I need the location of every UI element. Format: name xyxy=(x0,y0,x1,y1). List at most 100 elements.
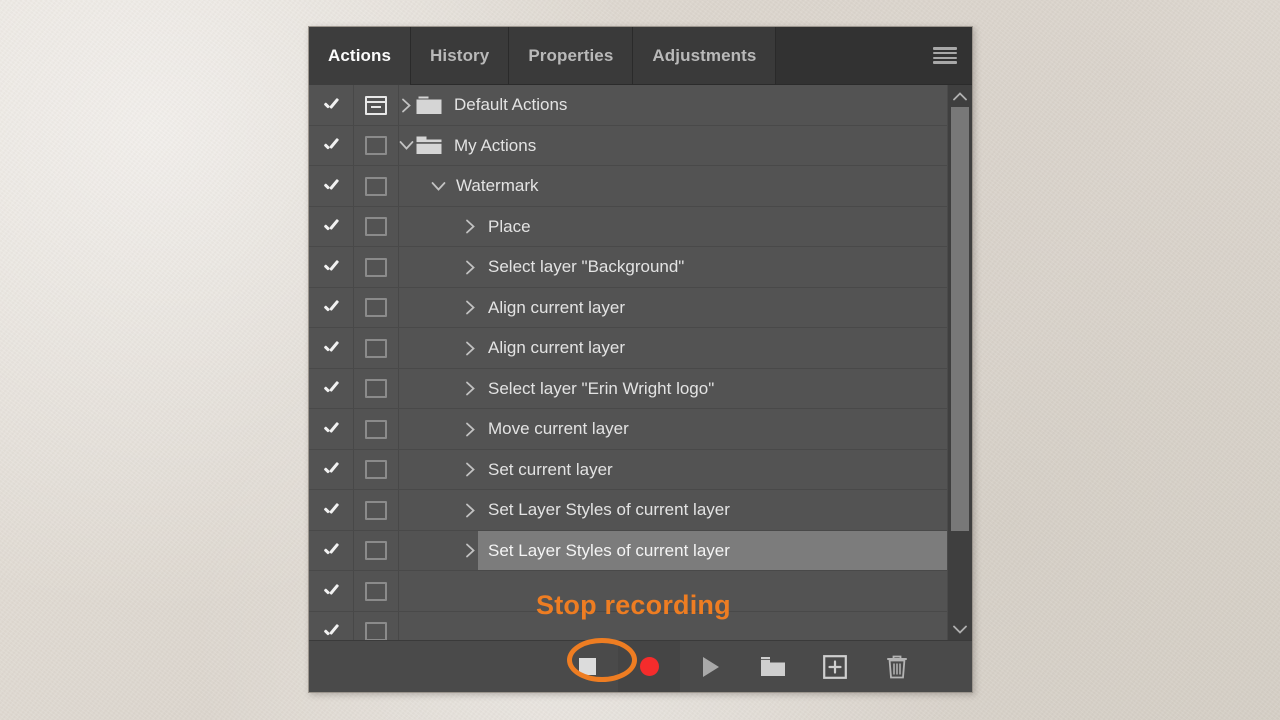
row-dialog-toggle[interactable] xyxy=(354,287,399,328)
row-dialog-toggle[interactable] xyxy=(354,125,399,166)
row-content xyxy=(399,571,947,612)
expand-chevron-right-icon[interactable] xyxy=(463,300,478,315)
table-row[interactable]: Align current layer xyxy=(309,287,947,328)
row-label: Select layer "Background" xyxy=(488,257,685,277)
row-label-container: Set Layer Styles of current layer xyxy=(478,530,947,571)
row-dialog-toggle[interactable] xyxy=(354,166,399,207)
collapse-chevron-down-icon[interactable] xyxy=(399,140,414,151)
row-enable-checkbox[interactable] xyxy=(309,247,354,288)
tab-properties[interactable]: Properties xyxy=(509,27,634,85)
row-dialog-toggle[interactable] xyxy=(354,206,399,247)
checkmark-icon xyxy=(323,583,339,599)
table-row[interactable]: Set Layer Styles of current layer xyxy=(309,530,947,571)
row-enable-checkbox[interactable] xyxy=(309,449,354,490)
row-dialog-toggle[interactable] xyxy=(354,530,399,571)
scrollbar-thumb[interactable] xyxy=(951,107,969,532)
row-dialog-toggle[interactable] xyxy=(354,328,399,369)
expand-chevron-right-icon[interactable] xyxy=(463,260,478,275)
tab-actions-label: Actions xyxy=(328,46,392,65)
checkmark-icon xyxy=(323,462,339,478)
new-action-icon xyxy=(823,654,847,679)
row-enable-checkbox[interactable] xyxy=(309,409,354,450)
table-row[interactable]: Align current layer xyxy=(309,328,947,369)
folder-open-icon xyxy=(414,135,444,156)
expand-chevron-right-icon[interactable] xyxy=(463,462,478,477)
row-enable-checkbox[interactable] xyxy=(309,328,354,369)
row-dialog-toggle[interactable] xyxy=(354,247,399,288)
table-row[interactable]: Move current layer xyxy=(309,409,947,450)
table-row[interactable]: Watermark xyxy=(309,166,947,207)
row-content: Place xyxy=(399,207,947,248)
collapse-chevron-down-icon[interactable] xyxy=(431,181,446,192)
expand-chevron-right-icon[interactable] xyxy=(463,503,478,518)
row-dialog-toggle[interactable] xyxy=(354,490,399,531)
vertical-scrollbar[interactable] xyxy=(947,85,972,640)
row-enable-checkbox[interactable] xyxy=(309,166,354,207)
table-row[interactable]: Default Actions xyxy=(309,85,947,126)
row-label: Set Layer Styles of current layer xyxy=(488,500,730,520)
panel-menu-button[interactable] xyxy=(918,27,972,85)
row-dialog-toggle[interactable] xyxy=(354,85,399,126)
table-row[interactable]: Select layer "Background" xyxy=(309,247,947,288)
tab-actions[interactable]: Actions xyxy=(309,27,412,85)
table-row[interactable] xyxy=(309,611,947,641)
expand-chevron-right-icon[interactable] xyxy=(463,543,478,558)
dialog-toggle-off-icon xyxy=(365,581,387,601)
row-content: Select layer "Erin Wright logo" xyxy=(399,369,947,410)
row-enable-checkbox[interactable] xyxy=(309,125,354,166)
trash-icon xyxy=(886,654,908,679)
table-row[interactable]: Set Layer Styles of current layer xyxy=(309,490,947,531)
row-enable-checkbox[interactable] xyxy=(309,611,354,640)
row-enable-checkbox[interactable] xyxy=(309,571,354,612)
row-label: Watermark xyxy=(456,176,539,196)
row-label-container: My Actions xyxy=(444,126,947,167)
scroll-down-button[interactable] xyxy=(948,618,972,640)
scrollbar-track[interactable] xyxy=(948,107,972,618)
actions-panel: Actions History Properties Adjustments D… xyxy=(308,26,973,693)
row-label-container xyxy=(478,571,947,612)
row-dialog-toggle[interactable] xyxy=(354,571,399,612)
tab-history[interactable]: History xyxy=(411,27,510,85)
create-new-set-button[interactable] xyxy=(742,641,804,693)
create-new-action-button[interactable] xyxy=(804,641,866,693)
row-enable-checkbox[interactable] xyxy=(309,206,354,247)
panel-tab-bar: Actions History Properties Adjustments xyxy=(309,27,972,85)
play-selection-button[interactable] xyxy=(680,641,742,693)
row-content xyxy=(399,612,947,641)
table-row[interactable]: My Actions xyxy=(309,125,947,167)
row-dialog-toggle[interactable] xyxy=(354,409,399,450)
row-dialog-toggle[interactable] xyxy=(354,368,399,409)
delete-button[interactable] xyxy=(866,641,928,693)
begin-recording-button[interactable] xyxy=(618,640,680,692)
hamburger-menu-icon xyxy=(933,47,957,64)
table-row[interactable]: Place xyxy=(309,206,947,248)
row-dialog-toggle[interactable] xyxy=(354,611,399,640)
checkmark-icon xyxy=(323,340,339,356)
row-enable-checkbox[interactable] xyxy=(309,287,354,328)
row-enable-checkbox[interactable] xyxy=(309,368,354,409)
row-dialog-toggle[interactable] xyxy=(354,449,399,490)
row-content: Set Layer Styles of current layer xyxy=(399,490,947,531)
expand-chevron-right-icon[interactable] xyxy=(463,219,478,234)
checkmark-icon xyxy=(323,97,339,113)
table-row[interactable]: Select layer "Erin Wright logo" xyxy=(309,368,947,410)
row-indent-spacer xyxy=(399,490,463,531)
checkmark-icon xyxy=(323,543,339,559)
table-row[interactable] xyxy=(309,571,947,612)
stop-playing-recording-button[interactable] xyxy=(556,641,618,693)
expand-chevron-right-icon[interactable] xyxy=(463,422,478,437)
row-label: Align current layer xyxy=(488,338,626,358)
table-row[interactable]: Set current layer xyxy=(309,449,947,490)
row-enable-checkbox[interactable] xyxy=(309,530,354,571)
checkmark-icon xyxy=(323,138,339,154)
tab-adjustments[interactable]: Adjustments xyxy=(633,27,777,85)
scroll-up-button[interactable] xyxy=(948,85,972,107)
row-content: Set Layer Styles of current layer xyxy=(399,530,947,571)
row-content: Select layer "Background" xyxy=(399,247,947,288)
row-label-container: Place xyxy=(478,207,947,248)
expand-chevron-right-icon[interactable] xyxy=(399,98,414,113)
expand-chevron-right-icon[interactable] xyxy=(463,381,478,396)
expand-chevron-right-icon[interactable] xyxy=(463,341,478,356)
row-enable-checkbox[interactable] xyxy=(309,85,354,126)
row-enable-checkbox[interactable] xyxy=(309,490,354,531)
